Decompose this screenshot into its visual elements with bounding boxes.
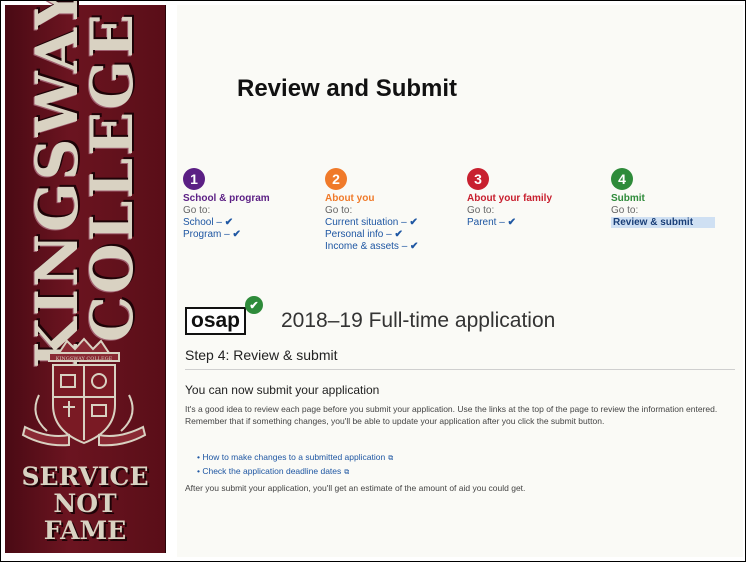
- step-link-label: Parent –: [467, 217, 505, 228]
- step-number-badge: 2: [325, 168, 347, 190]
- step-link-program[interactable]: Program – ✔: [183, 229, 323, 240]
- motto-line2: NOT: [53, 489, 117, 518]
- step-name: About your family: [467, 193, 553, 204]
- college-name-line2: COLLEGE: [78, 11, 146, 343]
- step-name: Submit: [611, 193, 645, 204]
- link-make-changes[interactable]: • How to make changes to a submitted app…: [197, 451, 393, 465]
- step-submit: 4 Submit Go to: Review & submit: [611, 168, 745, 229]
- motto-line3: FAME: [43, 516, 127, 545]
- step-goto-label: Go to:: [325, 205, 353, 216]
- step-about-family: 3 About your family Go to: Parent – ✔: [467, 168, 607, 229]
- college-crest-icon: KINGSWAY COLLEGE: [21, 337, 147, 447]
- step-link-income-assets[interactable]: Income & assets – ✔: [325, 241, 465, 252]
- step-number-badge: 3: [467, 168, 489, 190]
- help-links-list: • How to make changes to a submitted app…: [197, 451, 393, 479]
- checkmark-icon: ✔: [410, 241, 419, 252]
- step-about-you: 2 About you Go to: Current situation – ✔…: [325, 168, 465, 253]
- college-banner: KINGSWAY COLLEGE KINGSWAY COLLEGE SERVIC…: [5, 1, 166, 553]
- link-label: How to make changes to a submitted appli…: [202, 452, 386, 462]
- osap-logo: osap: [185, 307, 247, 335]
- progress-steps: 1 School & program Go to: School – ✔ Pro…: [183, 168, 743, 276]
- step-link-current-situation[interactable]: Current situation – ✔: [325, 217, 465, 228]
- step-link-label: Personal info –: [325, 229, 392, 240]
- step-number-badge: 4: [611, 168, 633, 190]
- college-name-line1: KINGSWAY: [22, 0, 91, 369]
- step-link-label: Income & assets –: [325, 241, 408, 252]
- divider: [185, 369, 735, 370]
- application-title: 2018–19 Full-time application: [281, 309, 556, 332]
- step-goto-label: Go to:: [183, 205, 211, 216]
- step-link-label: Program –: [183, 229, 230, 240]
- step-goto-label: Go to:: [467, 205, 495, 216]
- college-name: KINGSWAY COLLEGE: [15, 1, 155, 368]
- checkmark-icon: ✔: [409, 217, 418, 228]
- checkmark-badge-icon: ✔: [245, 296, 263, 314]
- step-link-parent[interactable]: Parent – ✔: [467, 217, 607, 228]
- link-label: Check the application deadline dates: [202, 466, 342, 476]
- checkmark-icon: ✔: [394, 229, 403, 240]
- svg-text:KINGSWAY COLLEGE: KINGSWAY COLLEGE: [56, 356, 113, 362]
- estimate-note: After you submit your application, you'l…: [185, 483, 526, 493]
- checkmark-icon: ✔: [232, 229, 241, 240]
- step-name: School & program: [183, 193, 270, 204]
- slide: KINGSWAY COLLEGE KINGSWAY COLLEGE SERVIC…: [0, 0, 746, 562]
- motto-line1: SERVICE: [21, 462, 149, 491]
- college-motto: SERVICE NOT FAME: [5, 463, 165, 544]
- step-title: Step 4: Review & submit: [185, 347, 338, 363]
- step-school-program: 1 School & program Go to: School – ✔ Pro…: [183, 168, 323, 241]
- step-link-label: Current situation –: [325, 217, 407, 228]
- content-panel: Review and Submit 1 School & program Go …: [177, 5, 743, 557]
- slide-title: Review and Submit: [237, 75, 458, 102]
- link-deadline-dates[interactable]: • Check the application deadline dates ⧉: [197, 465, 393, 479]
- step-name: About you: [325, 193, 375, 204]
- external-link-icon: ⧉: [388, 455, 394, 462]
- instructions-paragraph: It's a good idea to review each page bef…: [185, 404, 718, 426]
- step-link-school[interactable]: School – ✔: [183, 217, 323, 228]
- step-link-personal-info[interactable]: Personal info – ✔: [325, 229, 465, 240]
- step-goto-label: Go to:: [611, 205, 639, 216]
- section-heading: You can now submit your application: [185, 383, 380, 397]
- external-link-icon: ⧉: [344, 469, 350, 476]
- checkmark-icon: ✔: [224, 217, 234, 228]
- checkmark-icon: ✔: [507, 217, 516, 228]
- step-link-review-submit[interactable]: Review & submit: [611, 217, 715, 228]
- step-link-label: School –: [183, 217, 222, 228]
- step-number-badge: 1: [183, 168, 205, 190]
